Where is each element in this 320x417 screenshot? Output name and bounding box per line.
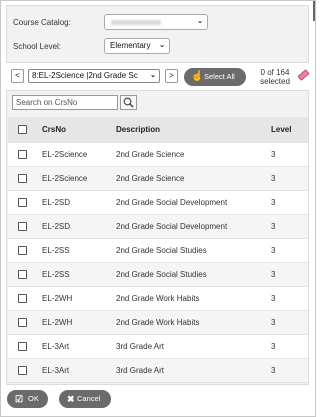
row-checkbox[interactable] [18,191,27,215]
row-description: 3rd Grade Art [116,342,165,351]
row-checkbox[interactable] [18,335,27,359]
hand-pointer-icon: ☝ [191,71,204,82]
row-checkbox[interactable] [18,143,27,167]
row-crsno: EL-2WH [42,318,73,327]
table-row[interactable]: EL-3Art 3rd Grade Art 3 [8,359,308,383]
table-row[interactable]: EL-2Science 2nd Grade Science 3 [8,167,308,191]
course-picker-dialog: Course Catalog: ⌄ School Level: Elementa… [0,0,316,417]
column-header-level[interactable]: Level [271,117,291,143]
select-all-checkbox[interactable] [18,117,27,143]
chevron-down-icon: ⌄ [148,70,156,82]
course-select-value: 8:EL-2Science |2nd Grade Sc [32,71,138,80]
search-button[interactable] [120,95,137,110]
row-description: 2nd Grade Work Habits [116,294,200,303]
course-grid-panel: CrsNo Description Level EL-2Science 2nd … [6,90,309,385]
selection-count-suffix: selected [260,77,290,86]
row-level: 3 [271,270,276,279]
row-description: 2nd Grade Social Studies [116,270,207,279]
row-level: 3 [271,318,276,327]
row-crsno: EL-2WH [42,294,73,303]
row-checkbox[interactable] [18,239,27,263]
row-description: 2nd Grade Social Development [116,198,228,207]
row-checkbox[interactable] [18,287,27,311]
table-row[interactable]: EL-2WH 2nd Grade Work Habits 3 [8,311,308,335]
next-course-button[interactable]: > [165,69,178,83]
table-row[interactable]: EL-2SD 2nd Grade Social Development 3 [8,191,308,215]
search-input[interactable] [12,95,118,110]
row-checkbox[interactable] [18,263,27,287]
row-checkbox[interactable] [18,167,27,191]
selection-count: 0 of 164 selected [257,68,293,86]
row-description: 2nd Grade Social Development [116,222,228,231]
select-all-button[interactable]: ☝ Select All [184,68,246,86]
school-level-value: Elementary [110,41,151,50]
cancel-button[interactable]: ✖ Cancel [59,390,111,408]
row-crsno: EL-2SD [42,198,71,207]
row-crsno: EL-2SD [42,222,71,231]
table-row[interactable]: EL-2SS 2nd Grade Social Studies 3 [8,263,308,287]
course-catalog-select[interactable]: ⌄ [104,14,208,30]
ok-label: OK [28,394,39,403]
scrollbar-edge [313,1,315,21]
selection-count-value: 0 of 164 [260,68,290,77]
eraser-icon[interactable] [297,69,310,81]
row-description: 2nd Grade Science [116,150,185,159]
row-level: 3 [271,198,276,207]
filter-panel: Course Catalog: ⌄ School Level: Elementa… [6,5,309,63]
row-crsno: EL-3Art [42,342,70,351]
table-row[interactable]: EL-2WH 2nd Grade Work Habits 3 [8,287,308,311]
row-crsno: EL-2Science [42,150,88,159]
table-header: CrsNo Description Level [8,117,308,143]
row-level: 3 [271,174,276,183]
table-row[interactable]: EL-3Art 3rd Grade Art 3 [8,335,308,359]
cancel-label: Cancel [77,394,101,403]
row-description: 3rd Grade Art [116,366,165,375]
close-icon: ✖ [67,394,75,404]
table-row[interactable]: EL-2Science 2nd Grade Science 3 [8,143,308,167]
course-table: CrsNo Description Level EL-2Science 2nd … [8,117,308,383]
row-level: 3 [271,294,276,303]
row-description: 2nd Grade Science [116,174,185,183]
table-row[interactable]: EL-2SS 2nd Grade Social Studies 3 [8,239,308,263]
row-description: 2nd Grade Work Habits [116,318,200,327]
row-crsno: EL-3Art [42,366,70,375]
row-checkbox[interactable] [18,215,27,239]
row-level: 3 [271,150,276,159]
row-level: 3 [271,246,276,255]
table-row[interactable]: EL-2SD 2nd Grade Social Development 3 [8,215,308,239]
row-checkbox[interactable] [18,311,27,335]
course-catalog-value-redacted [111,20,161,25]
select-all-label: Select All [204,72,235,81]
checkbox-check-icon: ☑ [15,394,24,404]
row-checkbox[interactable] [18,359,27,383]
school-level-label: School Level: [13,42,62,51]
row-crsno: EL-2Science [42,174,88,183]
row-level: 3 [271,366,276,375]
row-crsno: EL-2SS [42,270,70,279]
course-select[interactable]: 8:EL-2Science |2nd Grade Sc ⌄ [28,69,160,83]
course-catalog-label: Course Catalog: [13,18,71,27]
chevron-down-icon: ⌄ [159,42,165,49]
prev-course-button[interactable]: < [11,69,24,83]
column-header-crsno[interactable]: CrsNo [42,117,66,143]
chevron-down-icon: ⌄ [197,18,203,25]
row-level: 3 [271,222,276,231]
row-level: 3 [271,342,276,351]
column-header-description[interactable]: Description [116,117,160,143]
ok-button[interactable]: ☑ OK [7,390,48,408]
row-description: 2nd Grade Social Studies [116,246,207,255]
row-crsno: EL-2SS [42,246,70,255]
search-icon [123,97,134,108]
school-level-select[interactable]: Elementary ⌄ [104,38,170,54]
